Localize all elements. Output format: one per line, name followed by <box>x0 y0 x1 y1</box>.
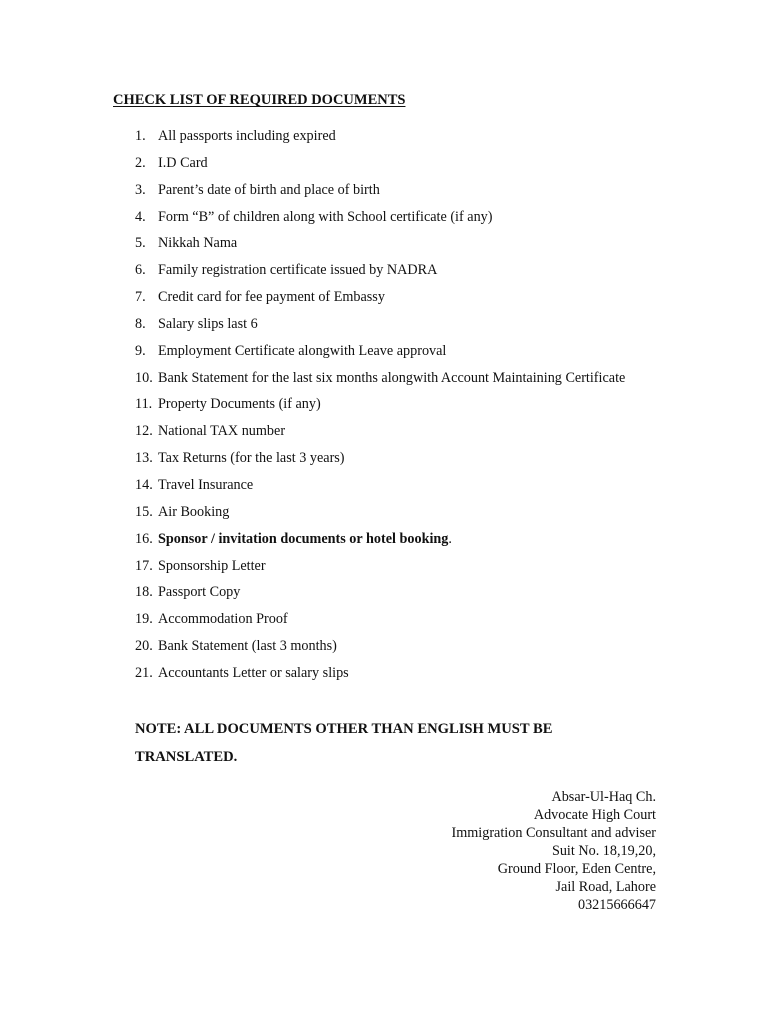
list-item-text: Tax Returns (for the last 3 years) <box>158 450 345 467</box>
list-item-text: Nikkah Nama <box>158 235 237 252</box>
list-item-label: Travel Insurance <box>158 476 254 493</box>
list-item: 21. Accountants Letter or salary slips <box>135 665 625 692</box>
list-item-label: Bank Statement for the last six months a… <box>158 369 626 386</box>
list-item-text: Travel Insurance <box>158 477 253 494</box>
list-item-label: I.D Card <box>158 154 208 171</box>
required-documents-list: 1. All passports including expired 2. I.D C… <box>135 128 625 692</box>
list-item-number: 1. <box>135 128 146 144</box>
list-item: 17. Sponsorship Letter <box>135 558 625 585</box>
signature-block: Absar-Ul-Haq Ch. Advocate High Court Immig… <box>452 788 657 914</box>
list-item: 15. Air Booking <box>135 504 625 531</box>
list-item: 12. National TAX number <box>135 423 625 450</box>
list-item: 1. All passports including expired <box>135 128 625 155</box>
list-item-text: Sponsorship Letter <box>158 558 266 575</box>
list-item-label: National TAX number <box>158 423 286 440</box>
list-item-label: Family registration certificate issued b… <box>158 262 438 279</box>
list-item-label: Parent’s date of birth and place of birt… <box>158 181 380 198</box>
list-item: 3. Parent’s date of birth and place of bi… <box>135 182 625 209</box>
list-item: 10. Bank Statement for the last six month… <box>135 370 625 397</box>
list-item-label: Sponsorship Letter <box>158 557 266 574</box>
list-item-text: Air Booking <box>158 504 229 521</box>
list-item-text: Form “B” of children along with School c… <box>158 209 492 226</box>
list-item-label: Nikkah Nama <box>158 235 238 252</box>
signature-line: Absar-Ul-Haq Ch. <box>551 789 656 805</box>
list-item-label: Property Documents (if any) <box>158 396 321 413</box>
signature-line: Ground Floor, Eden Centre, <box>497 861 656 877</box>
list-item: 4. Form “B” of children along with School… <box>135 209 625 236</box>
list-item-text: Bank Statement (last 3 months) <box>158 638 337 655</box>
list-item-number: 7. <box>135 289 146 306</box>
list-item-number: 9. <box>135 342 146 359</box>
list-item-text: National TAX number <box>158 423 285 440</box>
list-item: 19. Accommodation Proof <box>135 611 625 638</box>
list-item-number: 20. <box>135 638 153 655</box>
list-item-number: 10. <box>135 369 153 386</box>
list-item: 9. Employment Certificate alongwith Leave… <box>135 343 625 370</box>
list-item-text: Employment Certificate alongwith Leave a… <box>158 343 446 360</box>
list-item-text: Bank Statement for the last six months a… <box>158 370 625 387</box>
list-item-text: Property Documents (if any) <box>158 396 321 413</box>
list-item-label: Sponsor / invitation documents or hotel … <box>158 530 449 547</box>
list-item-label: Tax Returns (for the last 3 years) <box>158 450 345 467</box>
list-item-label: Form “B” of children along with School c… <box>158 208 493 225</box>
list-item-label: All passports including expired <box>158 128 336 144</box>
list-item: 8. Salary slips last 6 <box>135 316 625 343</box>
list-item: 13. Tax Returns (for the last 3 years) <box>135 450 625 477</box>
list-item-text: Parent’s date of birth and place of birt… <box>158 182 380 199</box>
signature-line: Jail Road, Lahore <box>555 879 656 895</box>
list-item-label: Employment Certificate alongwith Leave a… <box>158 342 447 359</box>
list-item-number: 17. <box>135 557 153 574</box>
list-item-label: Air Booking <box>158 503 230 520</box>
list-item-label: Salary slips last 6 <box>158 315 258 332</box>
list-item-label: Passport Copy <box>158 584 241 601</box>
list-item-label: Bank Statement (last 3 months) <box>158 638 337 655</box>
list-item-label: Accountants Letter or salary slips <box>158 664 349 681</box>
document-page: CHECK LIST OF REQUIRED DOCUMENTS 1. All p… <box>0 0 768 1024</box>
list-item-number: 21. <box>135 664 153 681</box>
signature-line: Immigration Consultant and adviser <box>451 825 657 841</box>
list-item-number: 8. <box>135 315 146 332</box>
list-item-text: Passport Copy <box>158 584 240 601</box>
list-item-number: 3. <box>135 181 146 198</box>
list-item-number: 16. <box>135 530 153 547</box>
list-item-text: Sponsor / invitation documents or hotel … <box>158 531 452 548</box>
document-title: CHECK LIST OF REQUIRED DOCUMENTS <box>113 92 406 108</box>
list-item: 2. I.D Card <box>135 155 625 182</box>
signature-line: Advocate High Court <box>533 807 656 823</box>
list-item: 16. Sponsor / invitation documents or hot… <box>135 531 625 558</box>
signature-line: Suit No. 18,19,20, <box>551 843 656 859</box>
list-item-label: Accommodation Proof <box>158 611 288 628</box>
list-item: 20. Bank Statement (last 3 months) <box>135 638 625 665</box>
translation-note: NOTE: ALL DOCUMENTS OTHER THAN ENGLISH M… <box>135 721 553 765</box>
list-item-text: Accommodation Proof <box>158 611 288 628</box>
list-item: 5. Nikkah Nama <box>135 235 625 262</box>
list-item-number: 19. <box>135 611 153 628</box>
list-item-text: Accountants Letter or salary slips <box>158 665 349 682</box>
list-item-number: 2. <box>135 154 146 171</box>
list-item-label: Credit card for fee payment of Embassy <box>158 289 385 306</box>
list-item-text: I.D Card <box>158 155 208 172</box>
list-item-text: All passports including expired <box>158 128 336 145</box>
list-item-text: Salary slips last 6 <box>158 316 258 333</box>
list-item-number: 13. <box>135 450 153 467</box>
list-item-number: 5. <box>135 235 146 252</box>
list-item-number: 18. <box>135 584 153 601</box>
list-item: 6. Family registration certificate issued… <box>135 262 625 289</box>
list-item: 11. Property Documents (if any) <box>135 396 625 423</box>
list-item-number: 11. <box>135 396 153 413</box>
signature-line: 03215666647 <box>577 897 656 913</box>
list-item-number: 12. <box>135 423 153 440</box>
list-item-number: 6. <box>135 262 146 279</box>
list-item-number: 4. <box>135 208 146 225</box>
list-item-text: Family registration certificate issued b… <box>158 262 437 279</box>
list-item-suffix: . <box>448 530 452 547</box>
list-item: 18. Passport Copy <box>135 584 625 611</box>
list-item-text: Credit card for fee payment of Embassy <box>158 289 385 306</box>
list-item: 7. Credit card for fee payment of Embassy <box>135 289 625 316</box>
list-item-number: 15. <box>135 503 153 520</box>
list-item-number: 14. <box>135 476 153 493</box>
list-item: 14. Travel Insurance <box>135 477 625 504</box>
